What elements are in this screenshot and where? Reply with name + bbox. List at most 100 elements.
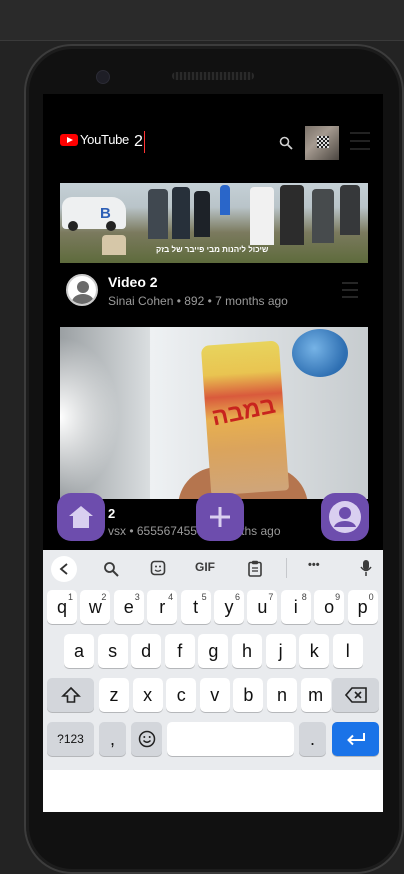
snack-brand-text: במבה [209,391,278,432]
profile-button[interactable] [321,493,369,541]
key-u[interactable]: u7 [247,590,278,624]
key-label: p [357,596,368,617]
symbols-key[interactable]: ?123 [47,722,94,756]
space-key[interactable] [167,722,294,756]
key-v[interactable]: v [199,678,230,712]
key-label: k [309,640,319,661]
key-label: r [159,596,166,617]
backspace-key[interactable] [332,678,379,712]
search-icon[interactable] [279,136,293,150]
video-meta-1[interactable]: Video 2 Sinai Cohen • 892 • 7 months ago [60,270,368,310]
plus-icon [210,507,230,527]
key-n[interactable]: n [267,678,297,712]
video-title[interactable]: Video 2 [108,274,158,290]
video-thumbnail-1[interactable]: B שיכול ליהנות מבי פייבר של בזק [60,183,368,263]
key-label: o [324,596,335,617]
search-icon[interactable] [103,561,119,577]
key-number-hint: 1 [67,592,73,602]
collapse-toolbar-button[interactable] [51,556,77,582]
youtube-play-icon [60,133,78,146]
backspace-icon [344,687,367,703]
key-b[interactable]: b [233,678,264,712]
key-o[interactable]: o9 [314,590,345,624]
key-label: n [276,684,287,705]
key-label: d [141,640,152,661]
video-options-icon[interactable] [342,282,358,298]
comma-key[interactable]: , [99,722,126,756]
youtube-logo[interactable]: YouTube [60,132,129,147]
key-l[interactable]: l [332,634,363,668]
key-i[interactable]: i8 [280,590,311,624]
key-label: j [278,640,283,661]
key-number-hint: 4 [168,592,174,602]
more-options-icon[interactable]: ••• [308,559,320,571]
key-label: h [241,640,252,661]
browser-top-bar [0,0,404,41]
channel-avatar[interactable] [66,274,98,306]
key-number-hint: 3 [134,592,140,602]
video-thumbnail-2[interactable]: במבה [60,327,368,499]
key-label: e [123,596,134,617]
key-t[interactable]: t5 [180,590,211,624]
user-avatar-thumbnail[interactable] [305,126,339,160]
key-d[interactable]: d [131,634,162,668]
key-x[interactable]: x [132,678,163,712]
search-input[interactable] [134,132,254,152]
video-subtitle: Sinai Cohen • 892 • 7 months ago [108,294,288,308]
key-label: u [257,596,268,617]
add-video-button[interactable] [196,493,244,541]
key-label: l [345,640,350,661]
key-j[interactable]: j [265,634,296,668]
key-label: f [177,640,183,661]
car-image: B [62,197,126,231]
key-number-hint: 8 [301,592,307,602]
shift-arrow-icon [60,686,81,703]
clipboard-icon[interactable] [248,560,262,577]
key-label: t [193,596,199,617]
key-q[interactable]: q1 [47,590,77,624]
key-k[interactable]: k [299,634,330,668]
key-number-hint: 0 [368,592,374,602]
key-g[interactable]: g [198,634,229,668]
key-label: c [176,684,186,705]
key-label: w [88,596,102,617]
key-number-hint: 6 [234,592,240,602]
key-p[interactable]: p0 [347,590,378,624]
key-label: a [73,640,84,661]
hamburger-menu-icon[interactable] [350,132,370,152]
key-z[interactable]: z [99,678,129,712]
sticker-icon[interactable] [150,560,166,576]
key-y[interactable]: y6 [214,590,244,624]
period-key[interactable]: . [299,722,326,756]
key-label: x [143,684,153,705]
key-w[interactable]: w2 [80,590,111,624]
key-label: i [293,596,298,617]
enter-key[interactable] [332,722,379,756]
home-icon [69,506,93,528]
key-m[interactable]: m [300,678,331,712]
key-a[interactable]: a [64,634,94,668]
key-number-hint: 2 [101,592,107,602]
key-e[interactable]: e3 [113,590,144,624]
key-number-hint: 7 [268,592,274,602]
key-c[interactable]: c [166,678,197,712]
key-r[interactable]: r4 [147,590,178,624]
key-number-hint: 9 [335,592,341,602]
key-label: m [308,684,324,705]
video-title-2[interactable]: 2 [108,506,115,521]
key-label: b [243,684,254,705]
microphone-icon[interactable] [360,559,372,577]
shift-key[interactable] [47,678,94,712]
key-s[interactable]: s [97,634,128,668]
chevron-left-icon [59,563,68,575]
phone-frame: YouTube B שיכול ל [24,44,404,874]
key-h[interactable]: h [232,634,262,668]
gif-button[interactable]: GIF [195,560,215,574]
video-subtitle-2: vsx • 655567455 • 7 months ago [108,524,281,538]
balloon-image [292,329,348,377]
home-button[interactable] [57,493,105,541]
keyboard-bottom-area [43,770,383,812]
emoji-key[interactable] [131,722,162,756]
logo-text: YouTube [80,132,129,147]
key-f[interactable]: f [164,634,195,668]
